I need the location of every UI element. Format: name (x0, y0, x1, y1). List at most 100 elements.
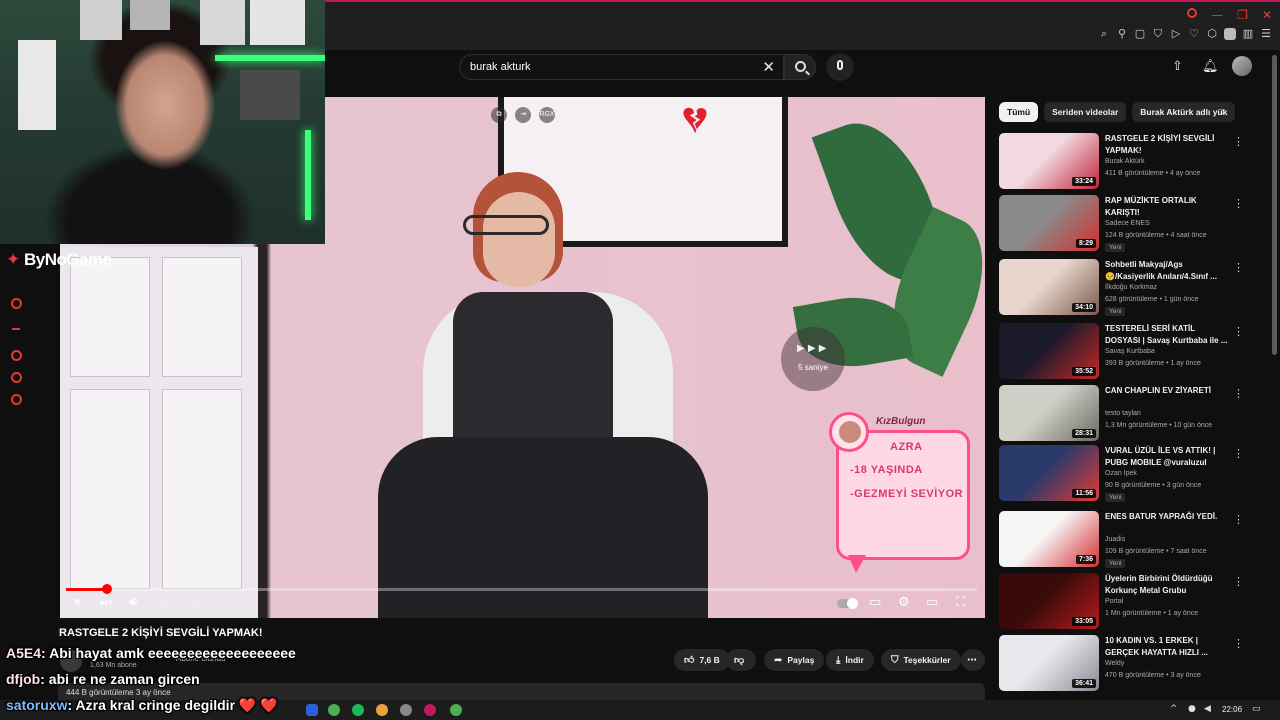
video-title[interactable]: Sohbetli Makyaj/Ags 🥺/Kasiyerlik Anıları… (1105, 259, 1230, 283)
video-thumbnail[interactable]: 33:05 (999, 573, 1099, 629)
bell-icon[interactable]: 🔔︎ (1202, 59, 1219, 74)
recommended-video[interactable]: 33:05 Üyelerin Birbirini Öldürdüğü Korkun… (999, 573, 1249, 631)
video-thumbnail[interactable]: 33:24 (999, 133, 1099, 189)
chrome-icon[interactable] (450, 704, 462, 716)
download-button[interactable]: ⤓ İndir (826, 649, 874, 671)
video-thumbnail[interactable]: 36:41 (999, 635, 1099, 691)
video-thumbnail[interactable]: 28:31 (999, 385, 1099, 441)
spotify-icon[interactable] (352, 704, 364, 716)
recommended-video[interactable]: 7:36 ENES BATUR YAPRAĞI YEDİ. Juadis 109 B … (999, 511, 1249, 569)
more-vert-icon[interactable]: ⋮ (1233, 261, 1244, 274)
video-title[interactable]: RAP MÜZİKTE ORTALIK KARIŞTI! (1105, 195, 1230, 219)
channel-name[interactable]: Burak Aktürk (1105, 158, 1145, 165)
more-vert-icon[interactable]: ⋮ (1233, 447, 1244, 460)
clear-search-icon[interactable]: ✕ (762, 58, 775, 76)
recommended-video[interactable]: 34:10 Sohbetli Makyaj/Ags 🥺/Kasiyerlik An… (999, 259, 1249, 317)
volume-icon[interactable]: ◀ (1204, 704, 1211, 714)
more-vert-icon[interactable]: ⋮ (1233, 513, 1244, 526)
upload-icon[interactable]: ⇧ (1172, 59, 1183, 74)
obs-icon[interactable] (424, 704, 436, 716)
record-icon[interactable] (1187, 8, 1198, 18)
tray-arrow-icon[interactable]: ^ (1170, 704, 1178, 714)
settings-icon[interactable]: ⚙︎ (898, 595, 910, 610)
chrome-icon[interactable] (376, 704, 388, 716)
profile-icon[interactable] (1224, 28, 1236, 40)
more-vert-icon[interactable]: ⋮ (1233, 325, 1244, 338)
notifications-icon[interactable]: ▭ (1252, 704, 1261, 714)
more-vert-icon[interactable]: ⋮ (1233, 197, 1244, 210)
video-title[interactable]: VURAL ÜZÜL İLE VS ATTIK! | PUBG MOBILE @… (1105, 445, 1230, 469)
chrome-icon[interactable] (328, 704, 340, 716)
video-thumbnail[interactable]: 7:36 (999, 511, 1099, 567)
chip-channel[interactable]: Burak Aktürk adlı yük (1132, 102, 1236, 122)
sidebar-icon[interactable]: ▥ (1242, 28, 1254, 40)
more-vert-icon[interactable]: ⋮ (1233, 135, 1244, 148)
minimize-icon[interactable]: — (1211, 8, 1223, 22)
video-thumbnail[interactable]: 35:52 (999, 323, 1099, 379)
video-title[interactable]: RASTGELE 2 KİŞİYİ SEVGİLİ YAPMAK! (1105, 133, 1230, 157)
thanks-button[interactable]: ⛉ Teşekkürler (881, 649, 961, 671)
search-button[interactable] (784, 54, 816, 80)
dislike-button[interactable]: 👎︎ (726, 649, 756, 671)
more-actions-button[interactable]: ⋯ (961, 649, 985, 671)
microphone-icon[interactable]: ● (1188, 704, 1196, 714)
video-title[interactable]: ENES BATUR YAPRAĞI YEDİ. (1105, 511, 1230, 523)
video-title[interactable]: TESTERELİ SERİ KATİL DOSYASI | Savaş Kur… (1105, 323, 1230, 347)
channel-name[interactable]: Weldy (1105, 660, 1124, 667)
channel-name[interactable]: Ozan İpek (1105, 470, 1137, 477)
overlay-label[interactable]: RGX (539, 107, 555, 123)
search-icon[interactable]: ⌕ (1098, 28, 1110, 40)
extensions-icon[interactable]: ⬡ (1206, 28, 1218, 40)
progress-scrubber[interactable] (102, 584, 112, 594)
channel-name[interactable]: Sadece ENES (1105, 220, 1150, 227)
miniplayer-icon[interactable]: ⧉ (491, 107, 507, 123)
shield-icon[interactable]: ⛉ (1152, 28, 1164, 40)
screenshot-icon[interactable]: ▢ (1134, 28, 1146, 40)
play-icon[interactable]: ▷ (1170, 28, 1182, 40)
restore-icon[interactable]: ❐ (1237, 8, 1248, 22)
more-vert-icon[interactable]: ⋮ (1233, 637, 1244, 650)
video-title[interactable]: CAN CHAPLIN EV ZİYARETİ (1105, 385, 1230, 397)
photoshop-icon[interactable] (306, 704, 318, 716)
recommended-video[interactable]: 8:29 RAP MÜZİKTE ORTALIK KARIŞTI! Sadece E… (999, 195, 1249, 253)
search-input[interactable]: burak akturk ✕ (459, 54, 784, 80)
recommended-video[interactable]: 28:31 CAN CHAPLIN EV ZİYARETİ testo taylan… (999, 385, 1249, 443)
channel-name[interactable]: Portal (1105, 598, 1123, 605)
pause-icon[interactable]: ⏸︎ (74, 595, 81, 610)
voice-search-button[interactable] (826, 53, 854, 81)
channel-name[interactable]: İlkdoğu Korkmaz (1105, 284, 1157, 291)
app-icon[interactable] (400, 704, 412, 716)
autoplay-toggle[interactable] (837, 598, 858, 609)
subtitles-icon[interactable]: ▭ (869, 595, 881, 610)
video-title[interactable]: Üyelerin Birbirini Öldürdüğü Korkunç Met… (1105, 573, 1230, 597)
chip-series[interactable]: Seriden videolar (1044, 102, 1127, 122)
recommended-video[interactable]: 35:52 TESTERELİ SERİ KATİL DOSYASI | Sava… (999, 323, 1249, 381)
skip-indicator[interactable]: ▶ ▶ ▶ 5 saniye (781, 327, 845, 391)
search-query[interactable]: burak akturk (470, 61, 531, 73)
share-button[interactable]: ➦ Paylaş (764, 649, 825, 671)
progress-bar[interactable] (66, 588, 977, 591)
cast-icon[interactable]: ⇥ (515, 107, 531, 123)
more-vert-icon[interactable]: ⋮ (1233, 575, 1244, 588)
menu-icon[interactable]: ☰ (1260, 28, 1272, 40)
fullscreen-icon[interactable]: ⛶ (956, 595, 965, 610)
channel-name[interactable]: Juadis (1105, 536, 1125, 543)
video-thumbnail[interactable]: 34:10 (999, 259, 1099, 315)
recommended-video[interactable]: 33:24 RASTGELE 2 KİŞİYİ SEVGİLİ YAPMAK! Bu… (999, 133, 1249, 191)
heart-icon[interactable]: ♡ (1188, 28, 1200, 40)
channel-name[interactable]: Savaş Kurtbaba (1105, 348, 1155, 355)
page-scrollbar[interactable] (1272, 55, 1277, 355)
like-button[interactable]: 👍︎ 7,6 B (674, 649, 730, 671)
next-video-icon[interactable]: ⏭︎ (100, 595, 112, 610)
close-icon[interactable]: ✕ (1262, 8, 1272, 22)
pin-icon[interactable]: ⚲ (1116, 28, 1128, 40)
video-thumbnail[interactable]: 8:29 (999, 195, 1099, 251)
chip-all[interactable]: Tümü (999, 102, 1039, 122)
video-thumbnail[interactable]: 11:56 (999, 445, 1099, 501)
recommended-video[interactable]: 36:41 10 KADIN VS. 1 ERKEK | GERÇEK HAYAT… (999, 635, 1249, 693)
volume-icon[interactable]: 🔊︎ (129, 595, 137, 610)
recommended-video[interactable]: 11:56 VURAL ÜZÜL İLE VS ATTIK! | PUBG MOB… (999, 445, 1249, 503)
more-vert-icon[interactable]: ⋮ (1233, 387, 1244, 400)
video-title[interactable]: 10 KADIN VS. 1 ERKEK | GERÇEK HAYATTA HI… (1105, 635, 1230, 659)
account-avatar[interactable] (1232, 56, 1252, 76)
